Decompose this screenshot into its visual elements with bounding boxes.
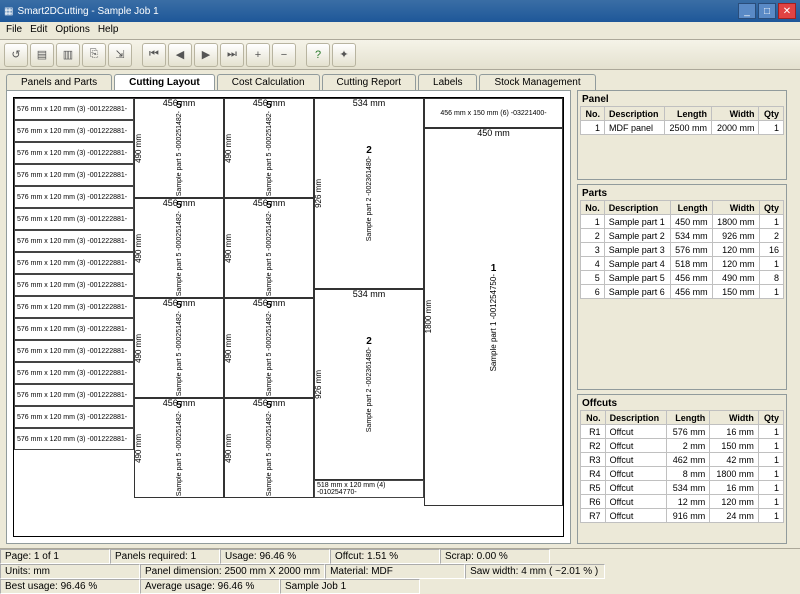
parts-table[interactable]: No.DescriptionLengthWidthQty1Sample part… (580, 200, 784, 299)
part5-piece: 456 mm 490 mm 5 Sample part 5 -000251482… (224, 198, 314, 298)
status-cell: Units: mm (0, 564, 140, 579)
part2-piece: 534 mm 926 mm 2 Sample part 2 -002361480… (314, 98, 424, 289)
part3-strip: 576 mm x 120 mm (3) -001222881- (14, 428, 134, 450)
menu-file[interactable]: File (6, 24, 22, 37)
status-cell: Average usage: 96.46 % (140, 579, 280, 594)
offcuts-group: Offcuts No.DescriptionLengthWidthQtyR1Of… (577, 394, 787, 544)
tool-export-icon[interactable]: ⇲ (108, 43, 132, 67)
part2-piece: 534 mm 926 mm 2 Sample part 2 -002361480… (314, 289, 424, 480)
part5-piece: 456 mm 490 mm 5 Sample part 5 -000251482… (134, 98, 224, 198)
title-bar: ▦ Smart2DCutting - Sample Job 1 _ □ ✕ (0, 0, 800, 22)
minimize-button[interactable]: _ (738, 3, 756, 19)
part5-piece: 456 mm 490 mm 5 Sample part 5 -000251482… (134, 198, 224, 298)
zoom-out-icon[interactable]: − (272, 43, 296, 67)
panel-group-title: Panel (580, 93, 784, 106)
table-row[interactable]: 1MDF panel2500 mm2000 mm1 (581, 121, 784, 135)
table-row[interactable]: R7Offcut916 mm24 mm1 (581, 509, 784, 523)
cutting-layout-canvas[interactable]: 576 mm x 120 mm (3) -001222881- 576 mm x… (6, 90, 571, 544)
parts-group: Parts No.DescriptionLengthWidthQty1Sampl… (577, 184, 787, 390)
part1-piece: 450 mm 1800 mm 1 Sample part 1 -00125475… (424, 128, 563, 506)
panel-table[interactable]: No.DescriptionLengthWidthQty1MDF panel25… (580, 106, 784, 135)
table-row[interactable]: R4Offcut8 mm1800 mm1 (581, 467, 784, 481)
maximize-button[interactable]: □ (758, 3, 776, 19)
part5-piece: 456 mm 490 mm 5 Sample part 5 -000251482… (134, 298, 224, 398)
table-row[interactable]: 3Sample part 3576 mm120 mm16 (581, 243, 784, 257)
tab-panels-parts[interactable]: Panels and Parts (6, 74, 112, 90)
window-title: Smart2DCutting - Sample Job 1 (17, 6, 158, 17)
help-icon[interactable]: ? (306, 43, 330, 67)
tool-save-icon[interactable]: ▥ (56, 43, 80, 67)
table-row[interactable]: R3Offcut462 mm42 mm1 (581, 453, 784, 467)
part6-piece: 456 mm x 150 mm (6) -03221400- (424, 98, 563, 128)
status-cell: Best usage: 96.46 % (0, 579, 140, 594)
tab-cutting-layout[interactable]: Cutting Layout (114, 74, 215, 90)
part3-strip: 576 mm x 120 mm (3) -001222881- (14, 318, 134, 340)
nav-prev-icon[interactable]: ◀ (168, 43, 192, 67)
part3-strip: 576 mm x 120 mm (3) -001222881- (14, 186, 134, 208)
status-cell: Material: MDF (325, 564, 465, 579)
menu-options[interactable]: Options (55, 24, 89, 37)
part4-strip: 518 mm x 120 mm (4) -010254770- (314, 480, 424, 498)
part3-strip: 576 mm x 120 mm (3) -001222881- (14, 120, 134, 142)
tab-bar: Panels and Parts Cutting Layout Cost Cal… (0, 70, 800, 90)
table-row[interactable]: 1Sample part 1450 mm1800 mm1 (581, 215, 784, 229)
offcuts-group-title: Offcuts (580, 397, 784, 410)
status-bar: Page: 1 of 1Panels required: 1Usage: 96.… (0, 548, 800, 594)
zoom-in-icon[interactable]: + (246, 43, 270, 67)
menu-bar: File Edit Options Help (0, 22, 800, 40)
status-cell: Panel dimension: 2500 mm X 2000 mm (140, 564, 325, 579)
menu-help[interactable]: Help (98, 24, 119, 37)
tab-stock[interactable]: Stock Management (479, 74, 595, 90)
part3-strip: 576 mm x 120 mm (3) -001222881- (14, 230, 134, 252)
close-button[interactable]: ✕ (778, 3, 796, 19)
table-row[interactable]: 6Sample part 6456 mm150 mm1 (581, 285, 784, 299)
part3-strip: 576 mm x 120 mm (3) -001222881- (14, 384, 134, 406)
tab-cutting-report[interactable]: Cutting Report (322, 74, 416, 90)
part3-strip: 576 mm x 120 mm (3) -001222881- (14, 142, 134, 164)
table-row[interactable]: R5Offcut534 mm16 mm1 (581, 481, 784, 495)
tab-cost-calc[interactable]: Cost Calculation (217, 74, 320, 90)
part3-strip: 576 mm x 120 mm (3) -001222881- (14, 98, 134, 120)
status-cell: Panels required: 1 (110, 549, 220, 564)
table-row[interactable]: 4Sample part 4518 mm120 mm1 (581, 257, 784, 271)
nav-last-icon[interactable]: ⏭ (220, 43, 244, 67)
status-cell: Usage: 96.46 % (220, 549, 330, 564)
part3-strip: 576 mm x 120 mm (3) -001222881- (14, 362, 134, 384)
part5-piece: 456 mm 490 mm 5 Sample part 5 -000251482… (224, 98, 314, 198)
nav-next-icon[interactable]: ▶ (194, 43, 218, 67)
table-row[interactable]: R6Offcut12 mm120 mm1 (581, 495, 784, 509)
tool-print-icon[interactable]: ⎘ (82, 43, 106, 67)
tool-new-icon[interactable]: ↺ (4, 43, 28, 67)
nav-first-icon[interactable]: ⏮ (142, 43, 166, 67)
table-row[interactable]: R2Offcut2 mm150 mm1 (581, 439, 784, 453)
part5-piece: 456 mm 490 mm 5 Sample part 5 -000251482… (224, 398, 314, 498)
status-cell: Page: 1 of 1 (0, 549, 110, 564)
part3-strip: 576 mm x 120 mm (3) -001222881- (14, 208, 134, 230)
part3-strip: 576 mm x 120 mm (3) -001222881- (14, 274, 134, 296)
status-cell: Offcut: 1.51 % (330, 549, 440, 564)
part3-strip: 576 mm x 120 mm (3) -001222881- (14, 164, 134, 186)
part3-strip: 576 mm x 120 mm (3) -001222881- (14, 252, 134, 274)
part3-strip: 576 mm x 120 mm (3) -001222881- (14, 296, 134, 318)
status-cell: Scrap: 0.00 % (440, 549, 550, 564)
parts-group-title: Parts (580, 187, 784, 200)
menu-edit[interactable]: Edit (30, 24, 47, 37)
status-cell: Sample Job 1 (280, 579, 420, 594)
app-icon: ▦ (4, 6, 13, 17)
part5-piece: 456 mm 490 mm 5 Sample part 5 -000251482… (224, 298, 314, 398)
tool-open-icon[interactable]: ▤ (30, 43, 54, 67)
part3-strip: 576 mm x 120 mm (3) -001222881- (14, 340, 134, 362)
tab-labels[interactable]: Labels (418, 74, 477, 90)
table-row[interactable]: 5Sample part 5456 mm490 mm8 (581, 271, 784, 285)
part3-strip: 576 mm x 120 mm (3) -001222881- (14, 406, 134, 428)
table-row[interactable]: 2Sample part 2534 mm926 mm2 (581, 229, 784, 243)
status-cell: Saw width: 4 mm ( ~2.01 % ) (465, 564, 605, 579)
table-row[interactable]: R1Offcut576 mm16 mm1 (581, 425, 784, 439)
toolbar: ↺ ▤ ▥ ⎘ ⇲ ⏮ ◀ ▶ ⏭ + − ? ✦ (0, 40, 800, 70)
panel-group: Panel No.DescriptionLengthWidthQty1MDF p… (577, 90, 787, 180)
offcuts-table[interactable]: No.DescriptionLengthWidthQtyR1Offcut576 … (580, 410, 784, 523)
info-icon[interactable]: ✦ (332, 43, 356, 67)
part5-piece: 456 mm 490 mm 5 Sample part 5 -000251482… (134, 398, 224, 498)
